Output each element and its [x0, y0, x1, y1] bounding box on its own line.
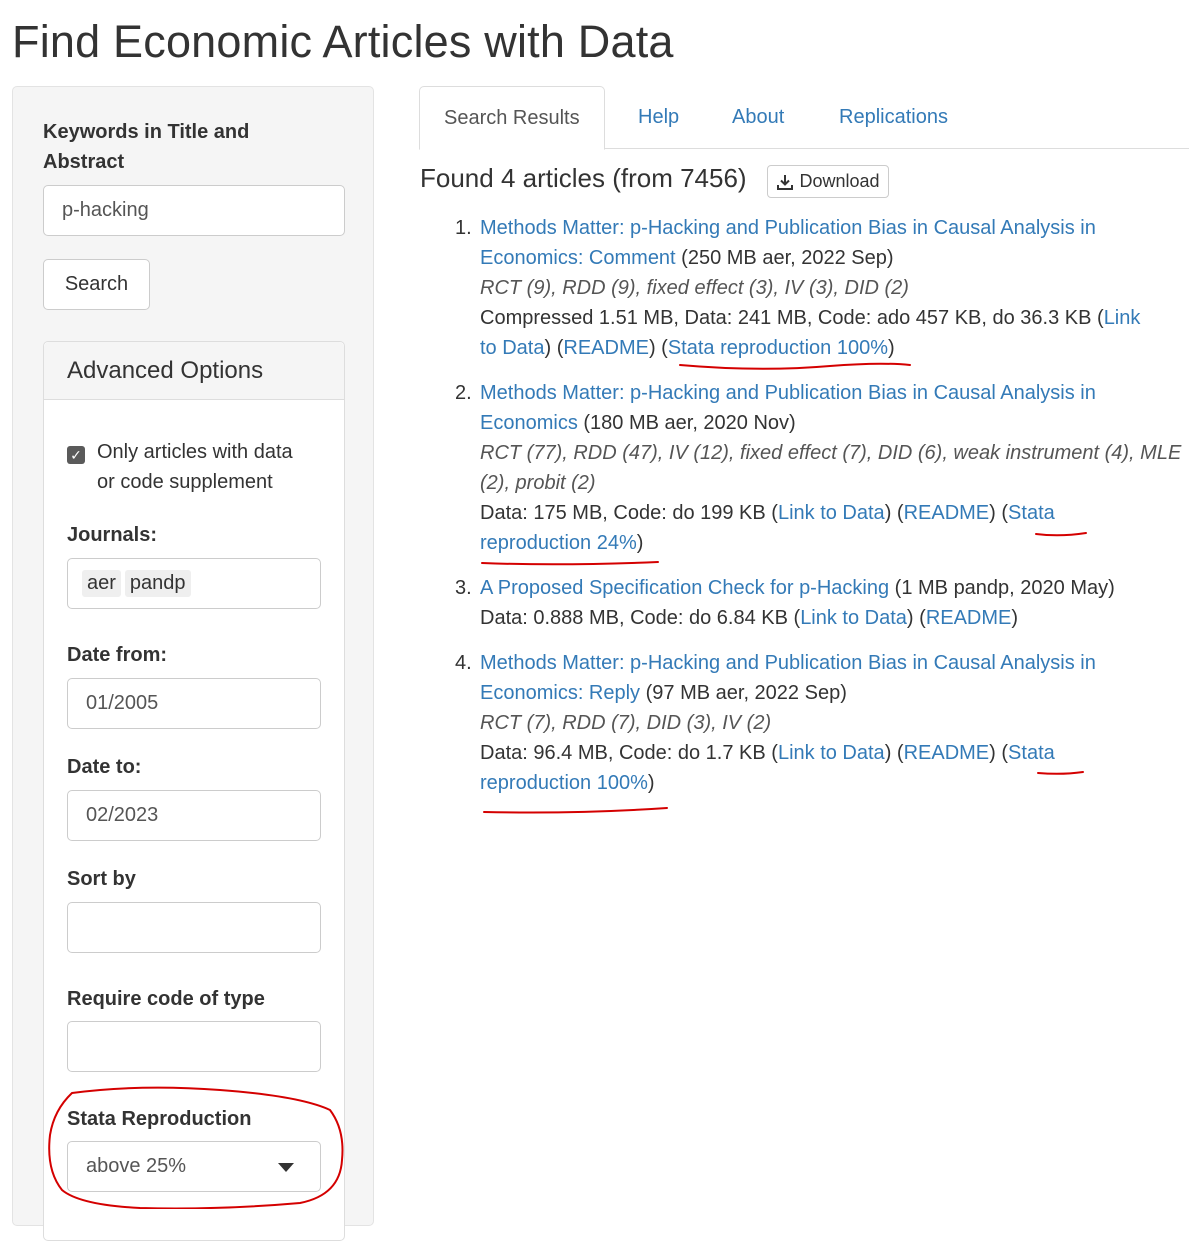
link-to-data[interactable]: Link to Data: [778, 742, 885, 764]
readme-link[interactable]: README: [563, 337, 649, 359]
link-to-data[interactable]: Link: [1104, 307, 1141, 329]
sort-by-label: Sort by: [67, 868, 136, 890]
article-methods: RCT (77), RDD (47), IV (12), fixed effec…: [480, 442, 1182, 464]
only-data-label: Only articles with data or code suppleme…: [97, 441, 293, 493]
date-from-label: Date from:: [67, 644, 168, 666]
article-methods: RCT (7), RDD (7), DID (3), IV (2): [480, 712, 772, 734]
journal-chip[interactable]: pandp: [124, 570, 191, 597]
stata-reproduction-label: Stata Reproduction: [67, 1108, 252, 1130]
article-meta: (97 MB aer, 2022 Sep): [640, 682, 847, 704]
sort-by-select[interactable]: [67, 902, 321, 953]
checkmark-icon: ✓: [70, 447, 82, 463]
tab-bar: Search Results Help About Replications: [419, 86, 1189, 150]
code-type-label: Require code of type: [67, 988, 265, 1010]
keywords-input[interactable]: p-hacking: [43, 185, 345, 236]
article-title-link[interactable]: Methods Matter: p-Hacking and Publicatio…: [480, 652, 1096, 674]
list-item: 3. A Proposed Specification Check for p-…: [455, 577, 1115, 629]
link-to-data[interactable]: to Data: [480, 337, 544, 359]
article-title-link[interactable]: Economics: [480, 412, 578, 434]
stata-reproduction-link[interactable]: reproduction 100%: [480, 772, 648, 794]
tab-about[interactable]: About: [708, 86, 808, 149]
readme-link[interactable]: README: [904, 742, 990, 764]
advanced-options-heading[interactable]: Advanced Options: [44, 342, 344, 400]
journals-select[interactable]: aer pandp: [67, 558, 321, 609]
stata-reproduction-link[interactable]: Stata: [1008, 502, 1055, 524]
list-item: 4. Methods Matter: p-Hacking and Publica…: [455, 648, 1192, 798]
sidebar-panel: Keywords in Title and Abstract p-hacking…: [12, 86, 374, 1241]
article-title-link[interactable]: A Proposed Specification Check for p-Hac…: [480, 577, 889, 599]
list-item: 2. Methods Matter: p-Hacking and Publica…: [455, 378, 1192, 558]
keywords-label: Keywords in Title and Abstract: [43, 121, 250, 173]
tab-search-results[interactable]: Search Results: [419, 86, 605, 150]
article-info: Data: 0.888 MB, Code: do 6.84 KB (: [480, 607, 801, 629]
date-from-input[interactable]: 01/2005: [67, 678, 321, 729]
found-count: Found 4 articles (from 7456): [420, 163, 747, 193]
link-to-data[interactable]: Link to Data: [800, 607, 907, 629]
only-data-checkbox[interactable]: ✓: [67, 446, 85, 464]
journal-chip[interactable]: aer: [82, 570, 121, 597]
tab-replications[interactable]: Replications: [815, 86, 972, 149]
caret-down-icon: [278, 1163, 294, 1172]
article-info: Data: 96.4 MB, Code: do 1.7 KB (: [480, 742, 778, 764]
article-title-link[interactable]: Economics: Comment: [480, 247, 676, 269]
date-to-input[interactable]: 02/2023: [67, 790, 321, 841]
article-info: Data: 175 MB, Code: do 199 KB (: [480, 502, 778, 524]
link-to-data[interactable]: Link to Data: [778, 502, 885, 524]
readme-link[interactable]: README: [926, 607, 1012, 629]
stata-reproduction-link[interactable]: Stata reproduction 100%: [668, 337, 888, 359]
stata-reproduction-link[interactable]: Stata: [1008, 742, 1055, 764]
article-meta: (250 MB aer, 2022 Sep): [675, 247, 894, 269]
search-button[interactable]: Search: [43, 259, 150, 310]
download-button[interactable]: Download: [767, 165, 889, 198]
page-title: Find Economic Articles with Data: [12, 16, 674, 67]
download-icon: [777, 174, 794, 190]
readme-link[interactable]: README: [904, 502, 990, 524]
article-info: Compressed 1.51 MB, Data: 241 MB, Code: …: [480, 307, 1104, 329]
article-methods: RCT (9), RDD (9), fixed effect (3), IV (…: [480, 277, 909, 299]
article-title-link[interactable]: Methods Matter: p-Hacking and Publicatio…: [480, 382, 1096, 404]
journals-label: Journals:: [67, 524, 158, 546]
list-item: 1. Methods Matter: p-Hacking and Publica…: [455, 213, 1192, 363]
article-title-link[interactable]: Economics: Reply: [480, 682, 640, 704]
article-methods: (2), probit (2): [480, 472, 596, 494]
article-meta: (1 MB pandp, 2020 May): [889, 577, 1115, 599]
results-list: 1. Methods Matter: p-Hacking and Publica…: [455, 213, 1192, 813]
stata-reproduction-value: above 25%: [86, 1155, 187, 1177]
article-title-link[interactable]: Methods Matter: p-Hacking and Publicatio…: [480, 217, 1096, 239]
stata-reproduction-link[interactable]: reproduction 24%: [480, 532, 637, 554]
code-type-select[interactable]: [67, 1021, 321, 1072]
date-to-label: Date to:: [67, 756, 142, 778]
stata-reproduction-select[interactable]: above 25%: [67, 1141, 321, 1192]
advanced-options-panel: Advanced Options ✓ Only articles with da…: [43, 341, 345, 1241]
article-meta: (180 MB aer, 2020 Nov): [577, 412, 796, 434]
tab-help[interactable]: Help: [614, 86, 703, 149]
